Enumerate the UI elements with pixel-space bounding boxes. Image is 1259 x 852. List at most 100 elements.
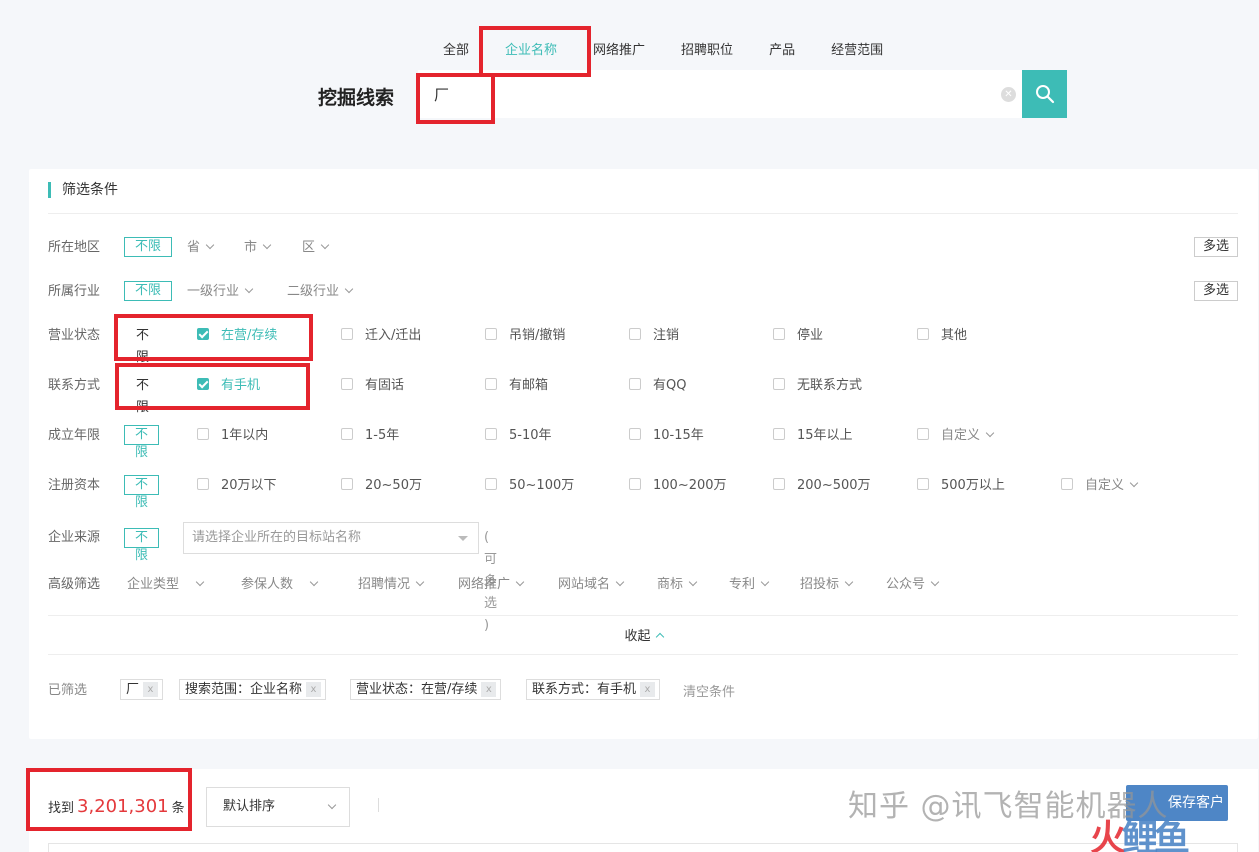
checkbox-icon — [341, 428, 353, 440]
checkbox-checked-icon — [197, 378, 209, 390]
brand-logo: 火鲤鱼 — [1090, 818, 1190, 852]
unlimited-option[interactable]: 不限 — [136, 325, 149, 369]
founded-option[interactable]: 10-15年 — [629, 425, 704, 447]
filter-label: 所属行业 — [48, 284, 101, 299]
unlimited-tag[interactable]: 不限 — [124, 425, 160, 460]
chip-close-icon[interactable]: x — [640, 682, 656, 697]
checkbox-icon — [197, 428, 209, 440]
status-option[interactable]: 注销 — [629, 325, 679, 347]
checkbox-icon — [917, 478, 929, 490]
capital-option[interactable]: 20万以下 — [197, 475, 277, 497]
enterprise-type-dropdown[interactable]: 企业类型 — [127, 574, 205, 596]
capital-option[interactable]: 100~200万 — [629, 475, 727, 497]
industry-level1-dropdown[interactable]: 一级行业 — [187, 281, 254, 303]
checkbox-icon — [773, 378, 785, 390]
tab-product[interactable]: 产品 — [751, 40, 813, 62]
bidding-dropdown[interactable]: 招投标 — [800, 574, 854, 596]
tab-company-name[interactable]: 企业名称 — [487, 40, 575, 62]
filter-row-region: 所在地区 不限 省 市 区 多选 — [48, 237, 1238, 259]
capital-option[interactable]: 200~500万 — [773, 475, 871, 497]
divider — [378, 798, 379, 812]
search-icon — [1035, 85, 1054, 104]
filter-row-industry: 所属行业 不限 一级行业 二级行业 多选 — [48, 281, 1238, 303]
capital-option[interactable]: 20~50万 — [341, 475, 422, 497]
multi-select-button[interactable]: 多选 — [1193, 281, 1238, 301]
checkbox-icon — [629, 328, 641, 340]
official-account-dropdown[interactable]: 公众号 — [886, 574, 940, 596]
filter-label: 联系方式 — [48, 378, 101, 393]
status-option[interactable]: 在营/存续 — [197, 325, 277, 347]
tab-business-scope[interactable]: 经营范围 — [813, 40, 901, 62]
source-site-select[interactable]: 请选择企业所在的目标站名称 — [183, 522, 479, 554]
search-title: 挖掘线索 — [318, 87, 395, 109]
chip-close-icon[interactable]: x — [143, 682, 159, 697]
checkbox-icon — [341, 478, 353, 490]
chip-close-icon[interactable]: x — [306, 682, 322, 697]
search-tabs: 全部 企业名称 网络推广 招聘职位 产品 经营范围 — [425, 40, 901, 62]
founded-option[interactable]: 1-5年 — [341, 425, 399, 447]
clear-conditions-link[interactable]: 清空条件 — [683, 681, 735, 700]
checkbox-icon — [341, 328, 353, 340]
contact-option[interactable]: 有手机 — [197, 375, 260, 397]
founded-custom-dropdown[interactable]: 自定义 — [917, 425, 995, 447]
selected-chip: 厂x — [120, 679, 164, 700]
unlimited-tag[interactable]: 不限 — [124, 528, 160, 563]
checkbox-checked-icon — [197, 328, 209, 340]
checkbox-icon — [917, 428, 929, 440]
chevron-up-icon — [655, 632, 664, 642]
industry-level2-dropdown[interactable]: 二级行业 — [287, 281, 354, 303]
dropdown-arrow-icon — [458, 536, 468, 541]
unlimited-option[interactable]: 不限 — [136, 375, 149, 419]
contact-option[interactable]: 无联系方式 — [773, 375, 862, 397]
checkbox-icon — [485, 328, 497, 340]
chip-close-icon[interactable]: x — [481, 682, 497, 697]
founded-option[interactable]: 1年以内 — [197, 425, 268, 447]
status-option[interactable]: 吊销/撤销 — [485, 325, 565, 347]
recruitment-dropdown[interactable]: 招聘情况 — [358, 574, 425, 596]
checkbox-icon — [485, 478, 497, 490]
unlimited-tag[interactable]: 不限 — [124, 237, 173, 257]
status-option[interactable]: 停业 — [773, 325, 823, 347]
capital-option[interactable]: 50~100万 — [485, 475, 574, 497]
results-count: 找到 3,201,301 条 — [48, 796, 185, 817]
insured-count-dropdown[interactable]: 参保人数 — [241, 574, 319, 596]
contact-option[interactable]: 有固话 — [341, 375, 404, 397]
tab-online-promotion[interactable]: 网络推广 — [575, 40, 663, 62]
founded-option[interactable]: 5-10年 — [485, 425, 552, 447]
search-button[interactable] — [1022, 70, 1067, 118]
sort-select[interactable]: 默认排序 — [206, 787, 350, 827]
website-domain-dropdown[interactable]: 网站域名 — [558, 574, 625, 596]
results-table — [48, 843, 1238, 852]
clear-icon[interactable]: ✕ — [1001, 87, 1016, 102]
status-option[interactable]: 迁入/迁出 — [341, 325, 421, 347]
tab-all[interactable]: 全部 — [425, 40, 487, 62]
checkbox-icon — [1061, 478, 1073, 490]
online-promotion-dropdown[interactable]: 网络推广 — [458, 574, 525, 596]
contact-option[interactable]: 有邮箱 — [485, 375, 548, 397]
divider — [48, 654, 1238, 655]
chevron-down-icon — [327, 800, 337, 810]
capital-custom-dropdown[interactable]: 自定义 — [1061, 475, 1139, 497]
unlimited-tag[interactable]: 不限 — [124, 281, 173, 301]
search-input[interactable] — [418, 70, 998, 118]
checkbox-icon — [773, 428, 785, 440]
multi-select-button[interactable]: 多选 — [1193, 237, 1238, 257]
district-dropdown[interactable]: 区 — [302, 237, 330, 259]
province-dropdown[interactable]: 省 — [187, 237, 215, 259]
selected-label: 已筛选 — [48, 683, 88, 698]
checkbox-icon — [341, 378, 353, 390]
contact-option[interactable]: 有QQ — [629, 375, 686, 397]
unlimited-tag[interactable]: 不限 — [124, 475, 160, 510]
divider — [48, 213, 1238, 214]
city-dropdown[interactable]: 市 — [244, 237, 272, 259]
patent-dropdown[interactable]: 专利 — [729, 574, 770, 596]
filter-panel: 筛选条件 所在地区 不限 省 市 区 多选 所属行业 不限 一级行业 二级行业 … — [29, 169, 1258, 739]
capital-option[interactable]: 500万以上 — [917, 475, 1005, 497]
trademark-dropdown[interactable]: 商标 — [657, 574, 698, 596]
collapse-toggle[interactable]: 收起 — [29, 625, 1258, 644]
divider — [48, 615, 1238, 616]
tab-recruitment[interactable]: 招聘职位 — [663, 40, 751, 62]
founded-option[interactable]: 15年以上 — [773, 425, 853, 447]
selected-chip: 联系方式：有手机 x — [526, 679, 661, 700]
status-option[interactable]: 其他 — [917, 325, 967, 347]
